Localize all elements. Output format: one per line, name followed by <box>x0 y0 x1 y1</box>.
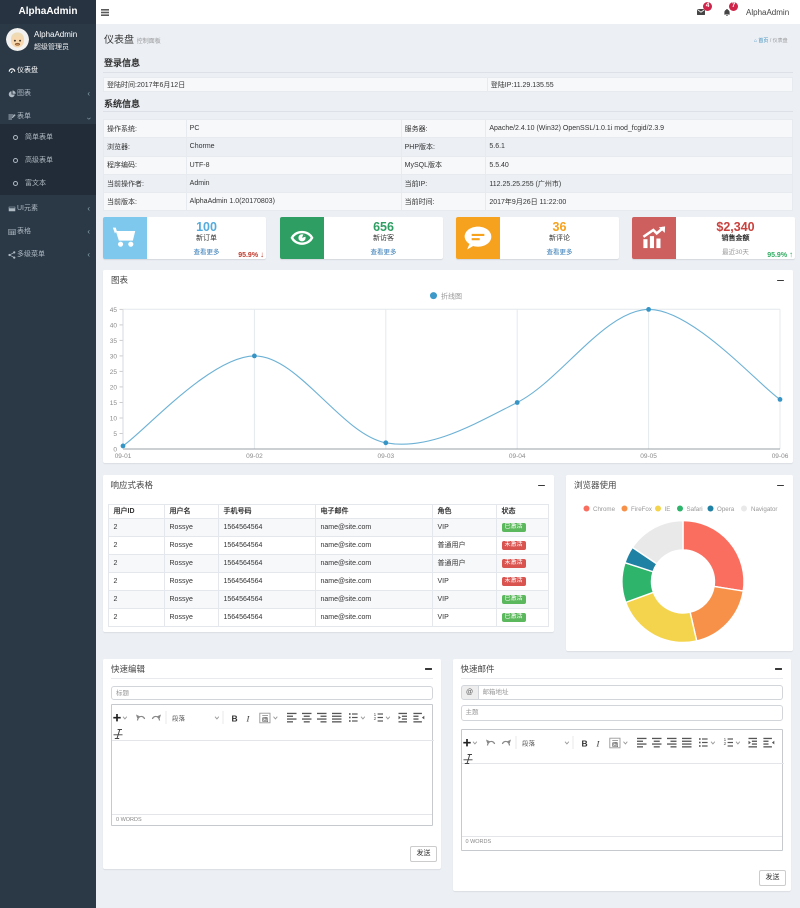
svg-text:09-04: 09-04 <box>509 453 526 460</box>
svg-text:09-03: 09-03 <box>377 453 394 460</box>
svg-text:I: I <box>595 738 600 748</box>
svg-text:B: B <box>232 714 238 724</box>
svg-text:25: 25 <box>110 369 118 376</box>
svg-text:09-01: 09-01 <box>115 453 132 460</box>
svg-text:20: 20 <box>110 384 118 391</box>
svg-text:段落: 段落 <box>172 714 186 723</box>
svg-text:FireFox: FireFox <box>631 506 653 513</box>
svg-text:B: B <box>581 738 587 748</box>
svg-text:09-06: 09-06 <box>772 453 789 460</box>
svg-text:2: 2 <box>374 716 377 721</box>
svg-text:IE: IE <box>665 506 671 513</box>
svg-text:折线图: 折线图 <box>441 291 462 300</box>
svg-text:段落: 段落 <box>522 738 536 747</box>
svg-text:30: 30 <box>110 353 118 360</box>
svg-text:35: 35 <box>110 338 118 345</box>
svg-text:40: 40 <box>110 322 118 329</box>
svg-text:画: 画 <box>262 715 269 723</box>
svg-text:10: 10 <box>110 416 118 423</box>
svg-text:画: 画 <box>611 740 618 748</box>
svg-text:09-05: 09-05 <box>640 453 657 460</box>
svg-text:Navigator: Navigator <box>751 506 777 513</box>
svg-text:15: 15 <box>110 400 118 407</box>
svg-text:Opera: Opera <box>717 506 735 513</box>
svg-text:Safari: Safari <box>687 506 703 513</box>
svg-text:09-02: 09-02 <box>246 453 263 460</box>
svg-text:2: 2 <box>723 741 726 746</box>
svg-text:Chrome: Chrome <box>593 506 616 513</box>
svg-text:5: 5 <box>113 431 117 438</box>
svg-text:I: I <box>246 714 251 724</box>
svg-text:45: 45 <box>110 307 118 314</box>
